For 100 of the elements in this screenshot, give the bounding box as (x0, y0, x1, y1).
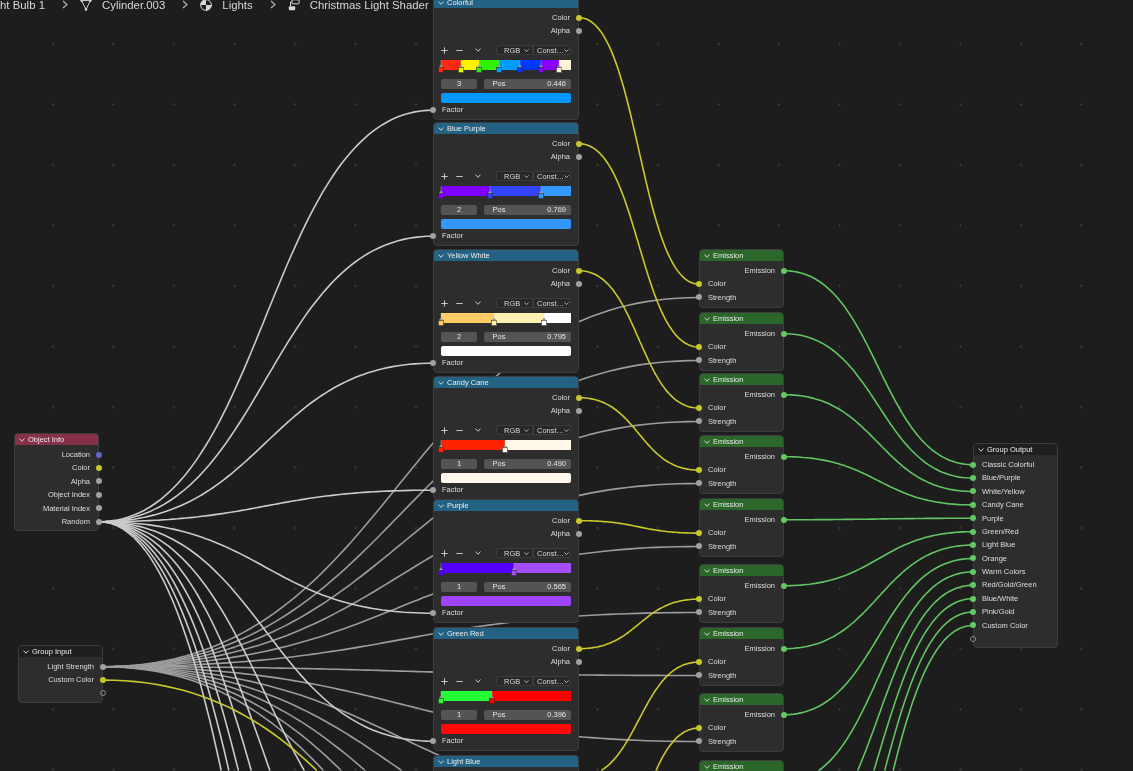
triangle-mesh-icon (79, 0, 92, 11)
stop-marker-icon[interactable] (475, 59, 482, 73)
socket-icon[interactable] (781, 645, 787, 652)
socket-icon[interactable] (430, 738, 436, 745)
socket-icon[interactable] (430, 107, 436, 114)
caret-icon (524, 301, 529, 305)
caret-icon (524, 428, 529, 432)
stop-marker-icon[interactable] (487, 185, 494, 199)
stop-marker-icon[interactable] (517, 59, 524, 73)
minus-icon[interactable] (455, 175, 463, 177)
minus-icon[interactable] (455, 302, 463, 304)
stop-marker-icon[interactable] (537, 185, 544, 199)
chevron-down-icon[interactable] (438, 503, 444, 508)
chevron-down-icon[interactable] (475, 428, 481, 433)
stop-marker-icon[interactable] (438, 562, 444, 576)
caret-icon (524, 679, 529, 683)
plus-icon[interactable] (441, 299, 448, 307)
stop-marker-icon[interactable] (501, 439, 508, 453)
chevron-down-icon[interactable] (438, 759, 444, 764)
color-value-field[interactable] (441, 596, 571, 607)
caret-icon (524, 174, 529, 178)
chevron-right-icon (269, 0, 276, 9)
socket-icon[interactable] (430, 233, 436, 240)
stop-marker-icon[interactable] (438, 690, 444, 704)
color-value-field[interactable] (441, 724, 571, 735)
plus-icon[interactable] (441, 677, 448, 685)
chevron-down-icon[interactable] (704, 377, 710, 382)
chevron-down-icon[interactable] (704, 316, 710, 321)
color-ramp-bar[interactable] (441, 690, 571, 701)
chevron-down-icon[interactable] (23, 649, 29, 654)
color-ramp-bar[interactable] (441, 59, 571, 70)
stop-marker-icon[interactable] (489, 690, 496, 704)
socket-icon[interactable] (430, 360, 436, 367)
caret-icon (564, 428, 570, 432)
chevron-down-icon[interactable] (475, 301, 481, 306)
plus-icon[interactable] (441, 172, 448, 180)
caret-icon (564, 679, 570, 683)
socket-icon[interactable] (970, 609, 976, 615)
minus-icon[interactable] (455, 680, 463, 682)
minus-icon[interactable] (455, 429, 463, 431)
chevron-down-icon[interactable] (475, 174, 481, 179)
chevron-down-icon[interactable] (978, 447, 984, 452)
chevron-right-icon (182, 0, 189, 9)
color-ramp-bar[interactable] (441, 562, 571, 573)
stop-marker-icon[interactable] (495, 59, 502, 73)
stop-marker-icon[interactable] (438, 312, 444, 326)
chevron-down-icon[interactable] (704, 697, 710, 702)
chevron-down-icon[interactable] (438, 631, 444, 636)
socket-icon[interactable] (430, 487, 436, 494)
chevron-down-icon[interactable] (475, 48, 481, 53)
stop-marker-icon[interactable] (491, 312, 498, 326)
socket-icon[interactable] (781, 330, 787, 337)
stop-marker-icon[interactable] (457, 59, 464, 73)
chevron-down-icon[interactable] (704, 502, 710, 507)
socket-icon[interactable] (781, 267, 787, 274)
chevron-down-icon[interactable] (704, 439, 710, 444)
chevron-down-icon[interactable] (704, 253, 710, 258)
plus-icon[interactable] (441, 426, 448, 434)
chevron-down-icon[interactable] (475, 551, 481, 556)
caret-icon (524, 551, 529, 555)
socket-icon[interactable] (781, 582, 787, 589)
stop-marker-icon[interactable] (538, 59, 545, 73)
color-ramp-bar[interactable] (441, 312, 571, 323)
chevron-down-icon[interactable] (438, 253, 444, 258)
stop-marker-icon[interactable] (556, 59, 563, 73)
stop-marker-icon[interactable] (438, 185, 444, 199)
caret-icon (564, 301, 570, 305)
minus-icon[interactable] (455, 49, 463, 51)
chevron-down-icon[interactable] (438, 380, 444, 385)
stop-marker-icon[interactable] (438, 439, 444, 453)
minus-icon[interactable] (455, 552, 463, 554)
chevron-down-icon[interactable] (438, 126, 444, 131)
chevron-down-icon[interactable] (704, 568, 710, 573)
stop-marker-icon[interactable] (438, 59, 444, 73)
color-value-field[interactable] (441, 473, 571, 484)
stop-marker-icon[interactable] (511, 562, 518, 576)
color-ramp-bar[interactable] (441, 185, 571, 196)
socket-icon[interactable] (781, 453, 787, 460)
chevron-down-icon[interactable] (475, 679, 481, 684)
stop-marker-icon[interactable] (541, 312, 548, 326)
node-tree-icon (287, 0, 300, 11)
chevron-down-icon[interactable] (704, 631, 710, 636)
color-ramp-bar[interactable] (441, 439, 571, 450)
breadcrumb-item: ht Bulb 1 (0, 0, 45, 11)
socket-icon[interactable] (781, 711, 787, 718)
plus-icon[interactable] (441, 46, 448, 54)
breadcrumb-item: Christmas Light Shader (309, 0, 429, 11)
chevron-right-icon (61, 0, 68, 9)
chevron-down-icon[interactable] (704, 764, 710, 769)
breadcrumb-item: Cylinder.003 (101, 0, 166, 11)
chevron-down-icon[interactable] (438, 0, 444, 5)
color-value-field[interactable] (441, 346, 571, 357)
socket-icon[interactable] (430, 610, 436, 617)
breadcrumb-item: Lights (222, 0, 253, 11)
socket-icon[interactable] (781, 516, 787, 523)
plus-icon[interactable] (441, 549, 448, 557)
chevron-down-icon[interactable] (19, 437, 25, 442)
color-value-field[interactable] (441, 93, 571, 104)
color-value-field[interactable] (441, 219, 571, 230)
socket-icon[interactable] (781, 391, 787, 398)
